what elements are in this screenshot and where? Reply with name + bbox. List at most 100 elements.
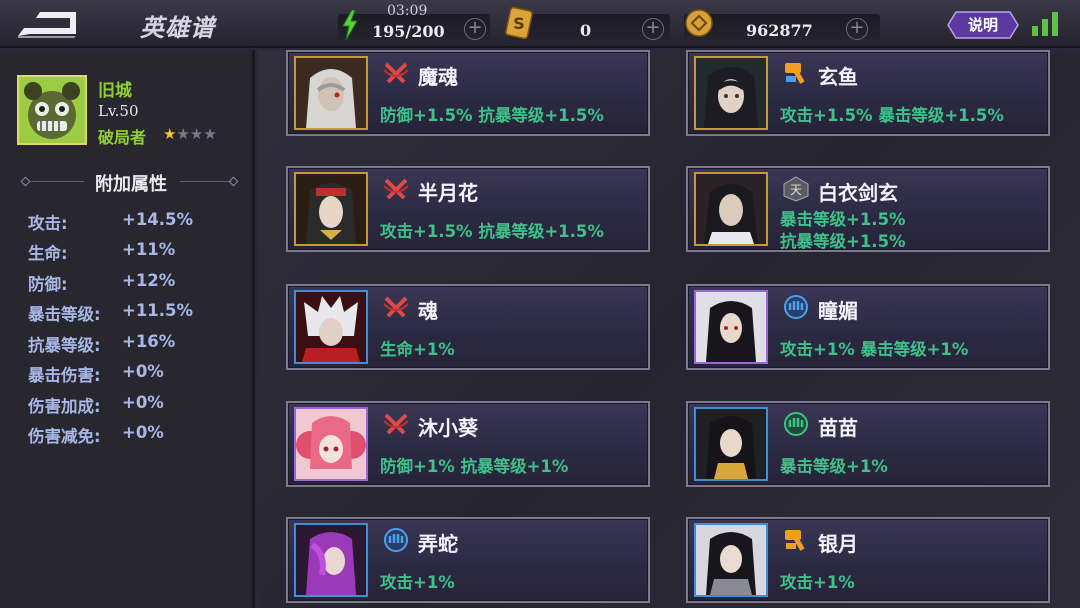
svg-text:天: 天 [790, 183, 802, 197]
hero-bonus: 防御+1% 抗暴等级+1% [380, 457, 569, 476]
attribute-value: +11% [122, 240, 176, 259]
hero-bonus: 抗暴等级+1.5% [780, 232, 906, 251]
hero-portrait-image [696, 292, 766, 362]
hero-portrait [694, 290, 768, 364]
attribute-row: 暴击伤害: +0% [28, 362, 248, 386]
player-avatar[interactable] [17, 75, 87, 145]
stamina-value: 195/200 [372, 22, 445, 41]
hero-portrait [294, 56, 368, 130]
lightning-icon [342, 10, 358, 40]
hammer-icon [785, 530, 805, 551]
stamina-timer: 03:09 [387, 3, 428, 19]
hero-bonus: 攻击+1.5% 抗暴等级+1.5% [380, 222, 604, 241]
hero-bonus: 防御+1.5% 抗暴等级+1.5% [380, 106, 604, 125]
tickets-value: 0 [580, 21, 592, 40]
hero-portrait [294, 172, 368, 246]
signal-icon [1032, 12, 1058, 36]
back-arrow-icon [18, 12, 76, 38]
attribute-label: 生命: [28, 244, 68, 263]
divider-line [180, 181, 232, 182]
attributes-header: 附加属性 [20, 168, 240, 195]
attribute-value: +14.5% [122, 210, 194, 229]
hero-portrait-image [296, 292, 366, 362]
hero-portrait [294, 290, 368, 364]
panda-avatar-icon [19, 77, 85, 143]
star-empty-icon: ★ [189, 125, 204, 143]
star-filled-icon: ★ [163, 125, 177, 143]
page-title: 英雄谱 [140, 13, 215, 42]
ticket-icon: S [505, 6, 533, 40]
hero-portrait [694, 523, 768, 597]
attribute-value: +0% [122, 393, 164, 412]
crossed-swords-icon [383, 178, 409, 200]
player-name: 旧城 [98, 81, 132, 101]
hero-portrait [694, 407, 768, 481]
hero-portrait-image [696, 58, 766, 128]
coins-panel: 962877 + [684, 9, 880, 44]
hero-card[interactable]: 银月 攻击+1% [686, 517, 1050, 603]
hero-card[interactable]: 魂 生命+1% [286, 284, 650, 370]
hero-card[interactable]: 魔魂 防御+1.5% 抗暴等级+1.5% [286, 50, 650, 136]
attribute-value: +0% [122, 362, 164, 381]
attribute-row: 攻击: +14.5% [28, 210, 248, 234]
attribute-label: 防御: [28, 275, 68, 294]
crossed-swords-icon [383, 413, 409, 435]
attribute-row: 抗暴等级: +16% [28, 332, 248, 356]
attribute-row: 生命: +11% [28, 240, 248, 264]
hero-portrait-image [696, 525, 766, 595]
attribute-row: 防御: +12% [28, 271, 248, 295]
add-coins-button[interactable]: + [846, 18, 868, 40]
hammer-icon [785, 63, 805, 84]
attribute-label: 暴击伤害: [28, 366, 101, 385]
rank-stars: ★★★★ [163, 125, 217, 143]
player-rank: 破局者 [98, 128, 147, 147]
attribute-label: 伤害减免: [28, 427, 101, 446]
hero-portrait-image [696, 409, 766, 479]
star-empty-icon: ★ [176, 125, 190, 143]
hero-card[interactable]: 苗苗 暴击等级+1% [686, 401, 1050, 487]
coins-value: 962877 [746, 21, 813, 40]
hero-name: 银月 [818, 532, 858, 556]
hero-name: 魂 [418, 299, 438, 323]
hero-collection-grid: 魔魂 防御+1.5% 抗暴等级+1.5% 玄鱼 攻击+1.5% 暴击等级+1.5… [258, 50, 1080, 608]
help-button[interactable]: 说明 [946, 10, 1020, 40]
attribute-label: 伤害加成: [28, 397, 101, 416]
hero-card[interactable]: 天 白衣剑玄 暴击等级+1.5% 抗暴等级+1.5% [686, 166, 1050, 252]
attribute-value: +0% [122, 423, 164, 442]
hero-name: 魔魂 [418, 65, 458, 89]
crossed-swords-icon [383, 296, 409, 318]
attribute-label: 暴击等级: [28, 305, 101, 324]
hero-name: 半月花 [418, 181, 478, 205]
fist-icon [384, 528, 408, 552]
hero-name: 沐小葵 [418, 416, 478, 440]
hero-card[interactable]: 弄蛇 攻击+1% [286, 517, 650, 603]
attribute-value: +12% [122, 271, 176, 290]
hero-card[interactable]: 瞳媚 攻击+1% 暴击等级+1% [686, 284, 1050, 370]
hero-name: 瞳媚 [818, 299, 858, 323]
add-tickets-button[interactable]: + [642, 18, 664, 40]
hero-bonus: 暴击等级+1.5% [780, 210, 906, 229]
back-button[interactable] [14, 8, 80, 40]
hero-bonus: 攻击+1% [380, 573, 455, 592]
hero-portrait-image [296, 525, 366, 595]
hero-portrait [694, 172, 768, 246]
hero-name: 白衣剑玄 [818, 181, 898, 205]
tian-badge-icon: 天 [783, 176, 809, 202]
star-empty-icon: ★ [203, 125, 217, 143]
attribute-label: 抗暴等级: [28, 336, 101, 355]
attribute-row: 暴击等级: +11.5% [28, 301, 248, 325]
player-level: Lv.50 [98, 102, 139, 120]
svg-text:S: S [513, 14, 525, 33]
hero-portrait-image [296, 174, 366, 244]
attribute-label: 攻击: [28, 214, 68, 233]
tickets-panel: S 0 + [505, 6, 670, 44]
top-bar: 英雄谱 195/200 + 03:09 S 0 + 962877 + 说明 [0, 0, 1080, 48]
hero-portrait [694, 56, 768, 130]
add-stamina-button[interactable]: + [464, 18, 486, 40]
hero-card[interactable]: 玄鱼 攻击+1.5% 暴击等级+1.5% [686, 50, 1050, 136]
hero-card[interactable]: 半月花 攻击+1.5% 抗暴等级+1.5% [286, 166, 650, 252]
hero-portrait-image [296, 58, 366, 128]
coin-icon [685, 9, 713, 37]
hero-card[interactable]: 沐小葵 防御+1% 抗暴等级+1% [286, 401, 650, 487]
hero-portrait-image [296, 409, 366, 479]
